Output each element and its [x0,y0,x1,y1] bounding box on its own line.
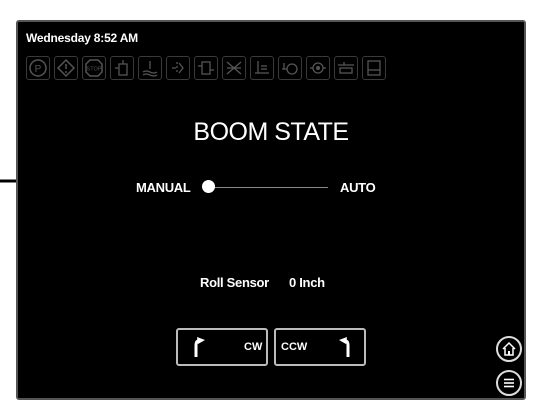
display-screen: Wednesday 8:52 AM P STOP BOOM STATE MANU… [16,20,526,400]
pump-icon [334,56,358,80]
page-title: BOOM STATE [193,118,349,146]
sensor-icon [166,56,190,80]
svg-text:P: P [35,64,42,75]
fan-icon [222,56,246,80]
home-button[interactable] [496,336,522,362]
water-level-icon [138,56,162,80]
home-icon [502,341,516,356]
mode-label-manual: MANUAL [136,180,191,195]
rotate-cw-icon [194,337,205,357]
ccw-label: CCW [281,341,308,353]
svg-text:STOP: STOP [87,67,102,73]
rotate-ccw-icon [339,337,350,357]
menu-button[interactable] [496,370,522,396]
parking-brake-icon: P [26,56,50,80]
rotate-cw-button[interactable]: CW [176,328,268,366]
status-icon-bar: P STOP [26,56,386,80]
mode-toggle-knob[interactable] [202,180,215,193]
roll-sensor-value: 0 Inch [289,275,325,290]
stop-icon: STOP [82,56,106,80]
oil-pressure-icon [306,56,330,80]
mode-label-auto: AUTO [340,180,376,195]
rotate-ccw-button[interactable]: CCW [274,328,366,366]
menu-icon [504,378,514,388]
mode-toggle-track[interactable] [208,187,328,188]
roll-sensor-label: Roll Sensor [200,275,269,290]
filter-icon [194,56,218,80]
tank-icon [362,56,386,80]
boom-icon [110,56,134,80]
datetime: Wednesday 8:52 AM [26,31,138,45]
leveler-icon [250,56,274,80]
warning-icon [54,56,78,80]
cw-label: CW [244,341,263,353]
hydraulic-icon [278,56,302,80]
